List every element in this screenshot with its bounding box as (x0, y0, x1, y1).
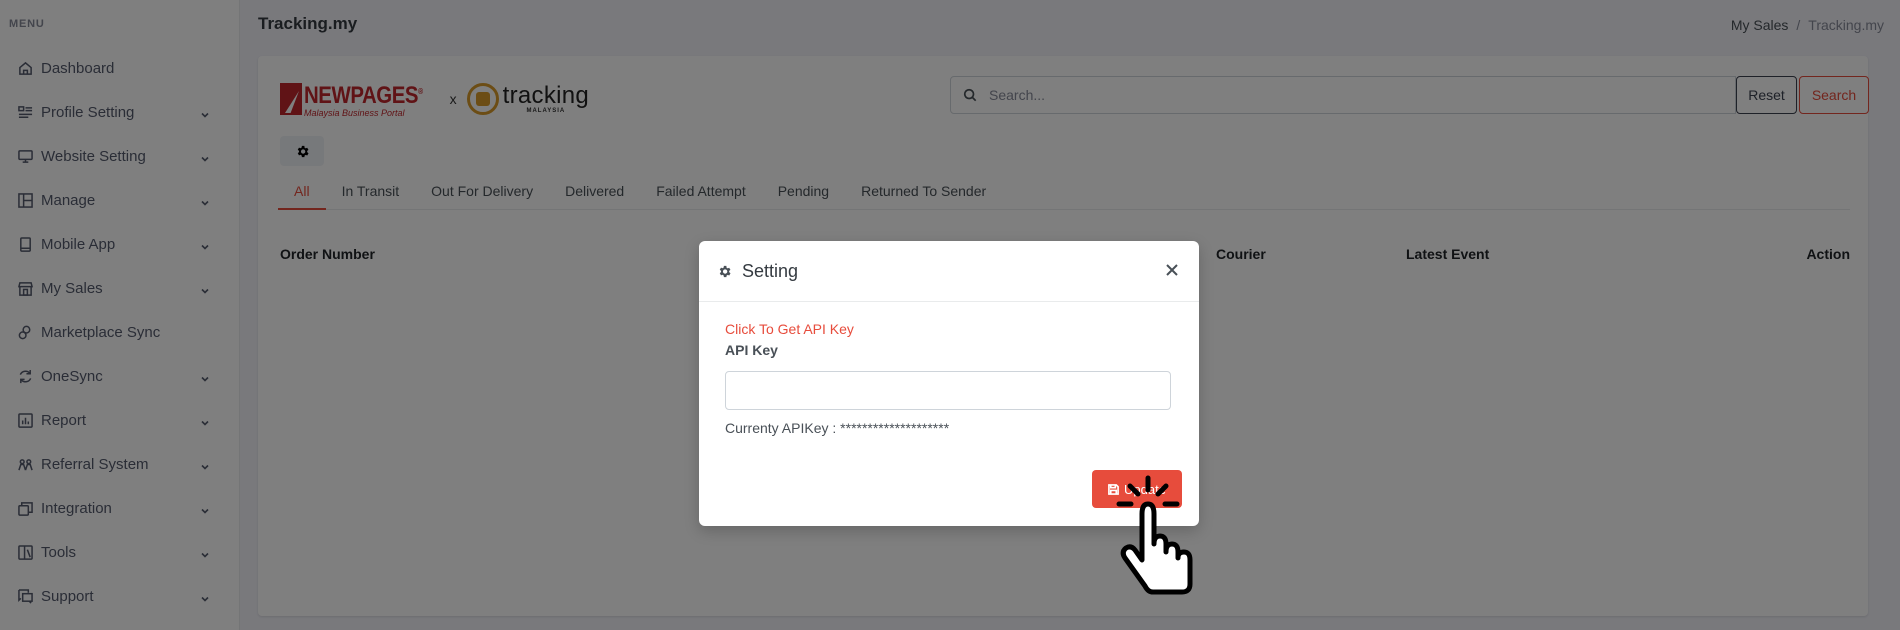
api-key-label: API Key (725, 342, 778, 358)
current-api-key: Currenty APIKey : ******************** (725, 420, 950, 436)
update-label: Update (1124, 481, 1166, 497)
update-button[interactable]: Update (1092, 470, 1182, 508)
close-button[interactable] (1165, 263, 1181, 279)
setting-modal: Setting Click To Get API Key API Key Cur… (699, 241, 1199, 526)
close-icon (1166, 264, 1178, 276)
save-icon (1108, 483, 1119, 495)
api-key-input[interactable] (725, 371, 1171, 410)
modal-header: Setting (699, 241, 1199, 302)
modal-title: Setting (742, 260, 799, 281)
get-api-key-link[interactable]: Click To Get API Key (725, 321, 854, 337)
gear-icon (717, 264, 732, 279)
current-api-key-value: ******************** (840, 420, 950, 436)
